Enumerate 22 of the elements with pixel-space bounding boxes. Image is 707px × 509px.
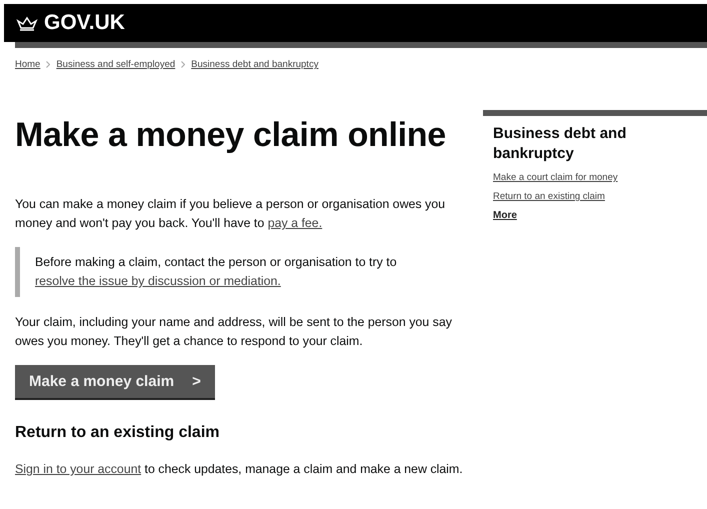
sidebar-heading: Business debt and bankruptcy (493, 124, 628, 164)
chevron-icon (46, 61, 50, 68)
breadcrumb-link[interactable]: Business and self-employed (56, 59, 176, 70)
crown-icon (16, 15, 38, 31)
section-heading: Return to an existing claim (15, 424, 220, 442)
sign-in-paragraph: Sign in to your account to check updates, manage a claim and make a new claim. (15, 461, 464, 478)
logo[interactable]: GOV.UK (16, 11, 125, 35)
chevron-icon (181, 61, 186, 68)
sidebar-link[interactable]: Return to an existing claim (493, 191, 605, 202)
breadcrumb-link[interactable]: Business debt and bankruptcy (191, 59, 318, 70)
breadcrumb-link[interactable]: Home (15, 59, 40, 70)
page-title: Make a money claim online (15, 116, 447, 155)
start-button[interactable]: Make a money claim > (15, 365, 215, 398)
sidebar-link[interactable]: Make a court claim for money (493, 172, 618, 183)
mediation-link[interactable]: resolve the issue by discussion or mediation. (35, 274, 281, 288)
intro-paragraph: You can make a money claim if you believe a person or organisation owes you money and won't pay you back. You'll have to pay a fee. (15, 196, 446, 232)
claim-paragraph: Your claim, including your name and address, will be sent to the person you say owes you money. They'll get a chance to respond to your claim. (15, 314, 453, 350)
inset-paragraph: Before making a claim, contact the person or organisation to try to resolve the issue by discussion or mediation. (35, 254, 398, 290)
sign-in-link[interactable]: Sign in to your account (15, 462, 142, 476)
fee-link[interactable]: pay a fee. (268, 216, 322, 230)
more-link[interactable]: More (493, 210, 517, 221)
logo-text: GOV.UK (44, 11, 125, 35)
